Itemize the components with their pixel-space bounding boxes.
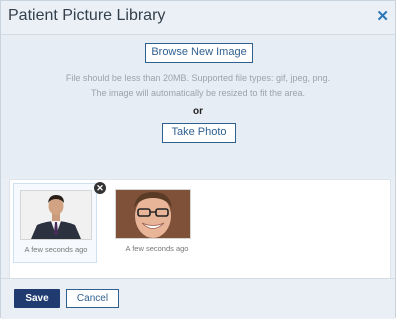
browse-new-image-button[interactable]: Browse New Image — [145, 43, 253, 63]
gallery-item-caption: A few seconds ago — [125, 244, 189, 253]
resize-notice-text: The image will automatically be resized … — [90, 88, 306, 98]
dialog-footer: Save Cancel — [1, 278, 395, 319]
take-photo-button[interactable]: Take Photo — [162, 123, 236, 143]
man-in-suit-photo[interactable] — [20, 190, 92, 240]
file-requirements-text: File should be less than 20MB. Supported… — [65, 73, 331, 83]
cancel-button[interactable]: Cancel — [66, 289, 119, 308]
or-separator: or — [193, 106, 203, 117]
dialog-title: Patient Picture Library — [8, 7, 166, 24]
patient-picture-dialog: Patient Picture Library ✕ Browse New Ima… — [0, 0, 396, 319]
upload-area: Browse New Image File should be less tha… — [1, 35, 395, 178]
gallery-item-caption: A few seconds ago — [24, 245, 88, 254]
close-icon[interactable]: ✕ — [376, 7, 389, 25]
remove-image-icon[interactable]: ✕ — [94, 182, 106, 194]
smiling-man-photo[interactable] — [115, 189, 191, 239]
gallery-item[interactable]: A few seconds ago ✕ — [13, 182, 106, 263]
save-button[interactable]: Save — [14, 289, 60, 308]
picture-gallery: A few seconds ago ✕ A few seconds ago — [9, 179, 391, 279]
gallery-item[interactable]: A few seconds ago — [109, 183, 193, 263]
dialog-header: Patient Picture Library ✕ — [1, 1, 395, 35]
